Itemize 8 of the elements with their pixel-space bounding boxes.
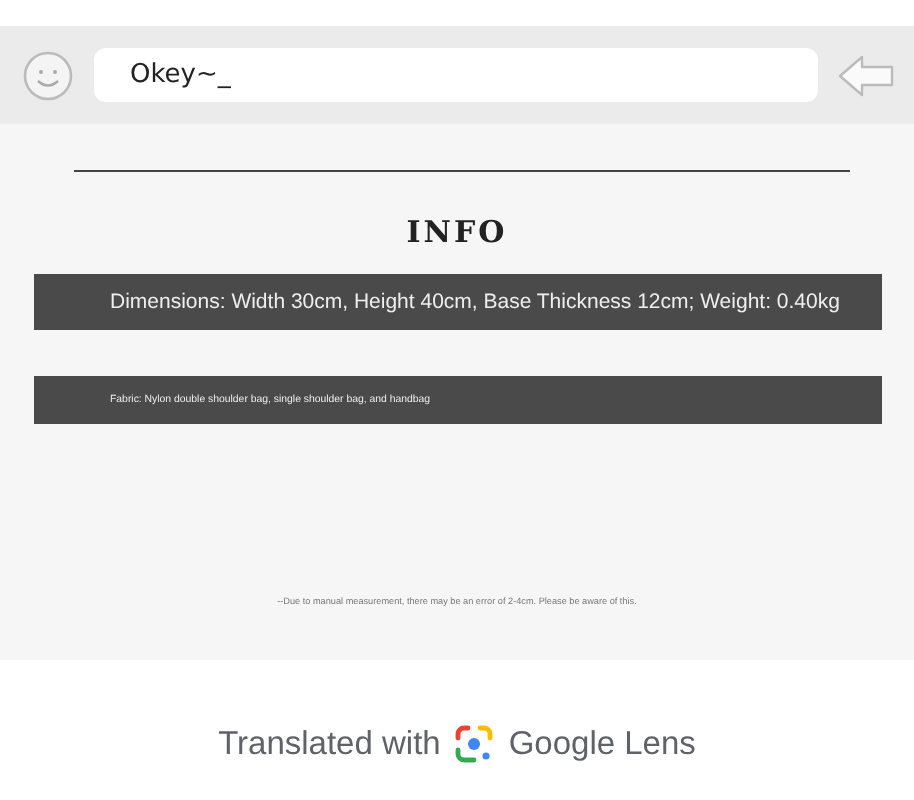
message-field[interactable]: Okey~_ [94, 48, 818, 102]
left-arrow-icon[interactable] [838, 53, 894, 97]
spec-text: Dimensions: Width 30cm, Height 40cm, Base Thickness 12cm; Weight: 0.40kg [110, 290, 840, 314]
brand-name: Google Lens [508, 725, 696, 763]
smiley-icon[interactable] [22, 49, 74, 101]
lens-logo-icon [454, 724, 495, 764]
info-heading: INFO [406, 214, 508, 250]
translated-label: Translated with [218, 725, 441, 763]
